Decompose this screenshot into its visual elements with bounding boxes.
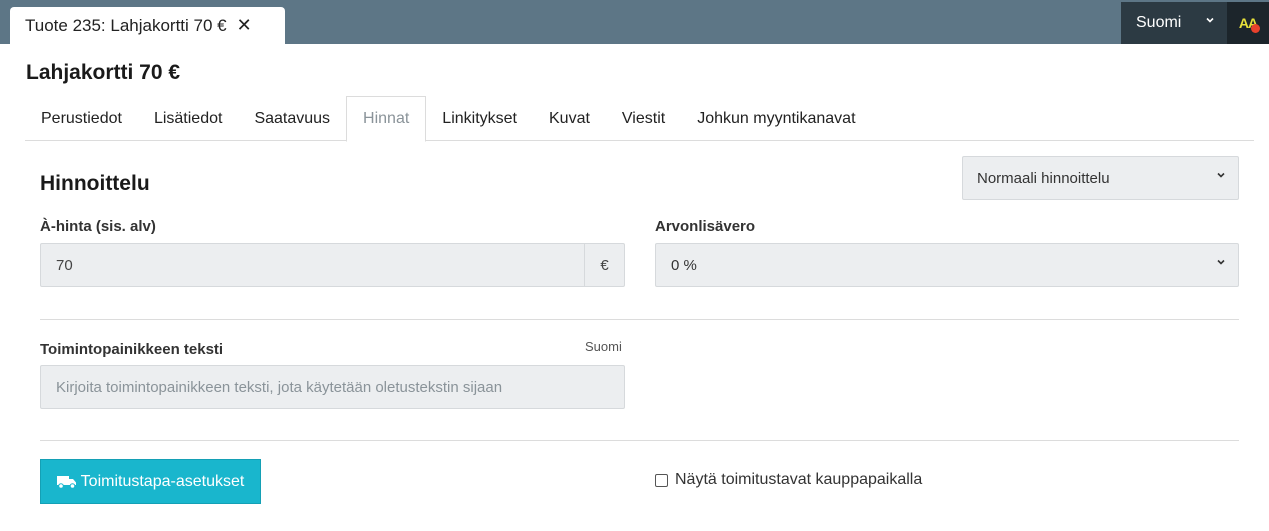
delivery-settings-button[interactable]: Toimitustapa-asetukset [40,459,261,504]
vat-label: Arvonlisävero [655,218,756,235]
close-icon[interactable]: ✕ [237,15,252,36]
truck-icon [56,475,76,489]
show-delivery-methods-option: Näytä toimitustavat kauppapaikalla [655,471,922,489]
vat-select[interactable]: 0 % [655,243,1239,287]
page-title: Lahjakortti 70 € [26,61,181,84]
tab-perustiedot[interactable]: Perustiedot [25,96,138,141]
notification-dot [1251,24,1260,33]
cta-text-label: Toimintopainikkeen teksti [40,341,224,358]
section-title: Hinnoittelu [40,172,150,195]
show-delivery-methods-label[interactable]: Näytä toimitustavat kauppapaikalla [675,471,922,489]
tab-lisatiedot[interactable]: Lisätiedot [138,96,239,141]
document-tab[interactable]: Tuote 235: Lahjakortti 70 € ✕ [10,7,285,44]
cta-language-hint: Suomi [585,339,622,354]
chevron-down-icon [1217,259,1225,265]
pricing-mode-value: Normaali hinnoittelu [977,169,1110,187]
divider [40,440,1239,441]
tab-kuvat[interactable]: Kuvat [533,96,606,141]
language-select[interactable]: Suomi [1121,2,1227,44]
cta-text-input[interactable] [40,365,625,409]
delivery-settings-label: Toimitustapa-asetukset [80,472,245,490]
pricing-mode-select[interactable]: Normaali hinnoittelu [962,156,1239,200]
language-select-value: Suomi [1136,14,1182,31]
tab-bar: Perustiedot Lisätiedot Saatavuus Hinnat … [25,96,1254,142]
chevron-down-icon [1206,17,1214,23]
tab-saatavuus[interactable]: Saatavuus [238,96,346,141]
avatar[interactable]: AA [1227,2,1269,44]
tab-linkitykset[interactable]: Linkitykset [426,96,533,141]
unit-price-field: € [40,243,625,287]
unit-price-input[interactable] [41,244,584,286]
vat-value: 0 % [671,256,697,274]
tab-hinnat[interactable]: Hinnat [346,96,427,142]
document-tab-title: Tuote 235: Lahjakortti 70 € [25,15,227,35]
top-bar: Tuote 235: Lahjakortti 70 € ✕ Suomi AA [0,0,1269,44]
divider [40,319,1239,320]
show-delivery-methods-checkbox[interactable] [655,473,668,487]
unit-price-label: À-hinta (sis. alv) [40,218,156,235]
tab-johkun-myyntikanavat[interactable]: Johkun myyntikanavat [681,96,871,141]
currency-addon: € [584,244,624,286]
tab-viestit[interactable]: Viestit [606,96,681,141]
chevron-down-icon [1217,172,1225,178]
